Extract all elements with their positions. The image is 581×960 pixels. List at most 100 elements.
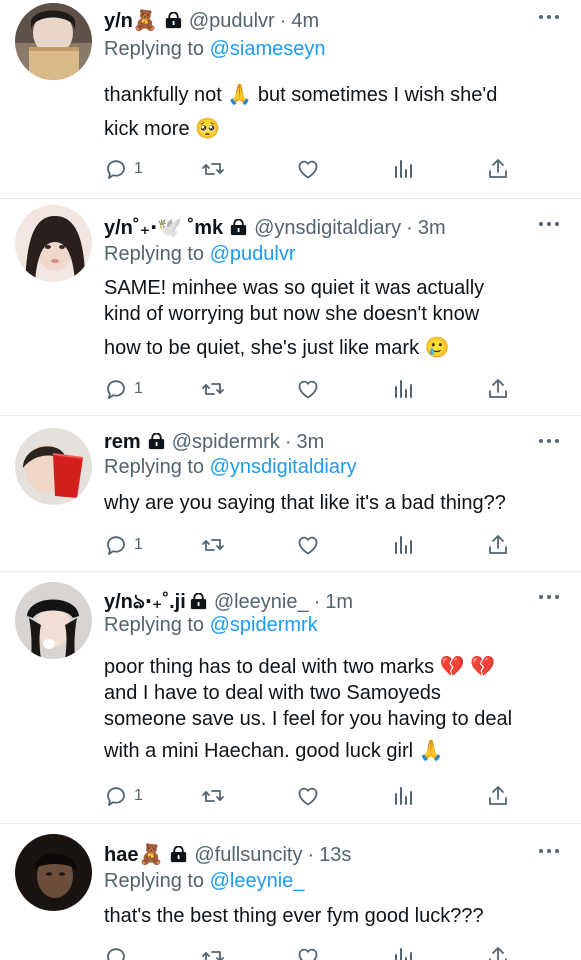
mention-link[interactable]: @pudulvr [210, 243, 296, 265]
replying-label: Replying to [104, 870, 205, 892]
like-button[interactable] [296, 532, 320, 558]
mention-link[interactable]: @ynsdigitaldiary [210, 456, 357, 478]
reply-count: 1 [134, 787, 143, 804]
more-icon[interactable] [539, 12, 561, 22]
more-icon[interactable] [539, 436, 561, 446]
replying-label: Replying to [104, 614, 205, 636]
reply-button[interactable] [104, 944, 128, 960]
text-line: that's the best thing ever fym good luck… [104, 905, 484, 927]
separator-dot: · [307, 844, 315, 866]
reply-icon [104, 377, 128, 401]
replying-label: Replying to [104, 243, 205, 265]
display-name[interactable]: y/n [104, 217, 133, 240]
retweet-icon [200, 533, 226, 557]
mention-link[interactable]: @siameseyn [210, 38, 326, 60]
reply-icon [104, 157, 128, 181]
lock-icon [230, 219, 247, 236]
display-name[interactable]: y/n [104, 591, 133, 614]
tweet[interactable]: y/n ঌ‧₊˚.ji @leeynie_ · 1m Replying to @… [0, 572, 581, 823]
analytics-button[interactable] [391, 944, 415, 960]
analytics-button[interactable] [391, 156, 415, 182]
reply-button[interactable]: 1 [104, 376, 143, 402]
separator-dot: · [313, 591, 321, 613]
text-line: why are you saying that like it's a bad … [104, 492, 506, 514]
share-button[interactable] [486, 376, 510, 402]
tweet[interactable]: rem @spidermrk · 3m Replying to @ynsdigi… [0, 416, 581, 571]
retweet-button[interactable] [200, 156, 226, 182]
share-button[interactable] [486, 156, 510, 182]
mention-link[interactable]: @spidermrk [210, 614, 318, 636]
like-button[interactable] [296, 156, 320, 182]
text-line: kind of worrying but now she doesn't kno… [104, 303, 480, 325]
avatar[interactable] [15, 3, 92, 80]
reply-button[interactable]: 1 [104, 532, 143, 558]
share-button[interactable] [486, 783, 510, 809]
replying-label: Replying to [104, 38, 205, 60]
analytics-icon [391, 157, 415, 181]
like-button[interactable] [296, 944, 320, 960]
action-bar: 1 [104, 532, 544, 558]
share-icon [486, 784, 510, 808]
text-line: thankfully not 🙏 but sometimes I wish sh… [104, 84, 498, 106]
analytics-button[interactable] [391, 376, 415, 402]
username[interactable]: @spidermrk [172, 431, 280, 454]
timestamp[interactable]: 3m [418, 217, 446, 240]
replying-to: Replying to @pudulvr [104, 243, 296, 266]
like-icon [296, 784, 320, 808]
lock-icon [148, 433, 165, 450]
replying-to: Replying to @siameseyn [104, 38, 326, 61]
tweet[interactable]: hae 🧸 @fullsuncity · 13s Replying to @le… [0, 824, 581, 960]
display-name[interactable]: hae [104, 844, 138, 867]
reply-icon [104, 533, 128, 557]
like-button[interactable] [296, 783, 320, 809]
analytics-button[interactable] [391, 532, 415, 558]
share-button[interactable] [486, 944, 510, 960]
tweet-text: SAME! minhee was so quiet it was actuall… [104, 275, 564, 361]
share-icon [486, 377, 510, 401]
like-button[interactable] [296, 376, 320, 402]
username[interactable]: @ynsdigitaldiary [254, 217, 401, 240]
lock-icon [190, 593, 207, 610]
username[interactable]: @fullsuncity [194, 844, 302, 867]
separator-dot: · [284, 431, 292, 453]
lock-icon [170, 846, 187, 863]
avatar[interactable] [15, 205, 92, 282]
more-icon[interactable] [539, 846, 561, 856]
reply-icon [104, 945, 128, 960]
tweet[interactable]: y/n 🧸 @pudulvr · 4m Replying to @siamese… [0, 0, 581, 198]
like-icon [296, 945, 320, 960]
tweet[interactable]: y/n ˚₊‧🕊️ ˚mk @ynsdigitaldiary · 3m Repl… [0, 199, 581, 415]
avatar[interactable] [15, 428, 92, 505]
replying-label: Replying to [104, 456, 205, 478]
reply-button[interactable]: 1 [104, 783, 143, 809]
display-name[interactable]: rem [104, 431, 141, 454]
retweet-button[interactable] [200, 783, 226, 809]
action-bar: 1 [104, 783, 544, 809]
share-button[interactable] [486, 532, 510, 558]
mention-link[interactable]: @leeynie_ [210, 870, 305, 892]
text-line: someone save us. I feel for you having t… [104, 708, 513, 730]
text-line: and I have to deal with two Samoyeds [104, 682, 441, 704]
avatar[interactable] [15, 582, 92, 659]
text-line: poor thing has to deal with two marks 💔 … [104, 656, 496, 678]
display-name[interactable]: y/n [104, 10, 133, 33]
reply-button[interactable]: 1 [104, 156, 143, 182]
more-icon[interactable] [539, 592, 561, 602]
more-icon[interactable] [539, 219, 561, 229]
username[interactable]: @pudulvr [189, 10, 275, 33]
retweet-button[interactable] [200, 376, 226, 402]
analytics-icon [391, 784, 415, 808]
username[interactable]: @leeynie_ [214, 591, 309, 614]
retweet-button[interactable] [200, 944, 226, 960]
analytics-button[interactable] [391, 783, 415, 809]
analytics-icon [391, 945, 415, 960]
timestamp[interactable]: 3m [296, 431, 324, 454]
replying-to: Replying to @leeynie_ [104, 870, 304, 893]
timestamp[interactable]: 1m [325, 591, 353, 614]
text-line: SAME! minhee was so quiet it was actuall… [104, 277, 485, 299]
timestamp[interactable]: 4m [291, 10, 319, 33]
tweet-text: poor thing has to deal with two marks 💔 … [104, 654, 564, 764]
avatar[interactable] [15, 834, 92, 911]
timestamp[interactable]: 13s [319, 844, 351, 867]
retweet-button[interactable] [200, 532, 226, 558]
